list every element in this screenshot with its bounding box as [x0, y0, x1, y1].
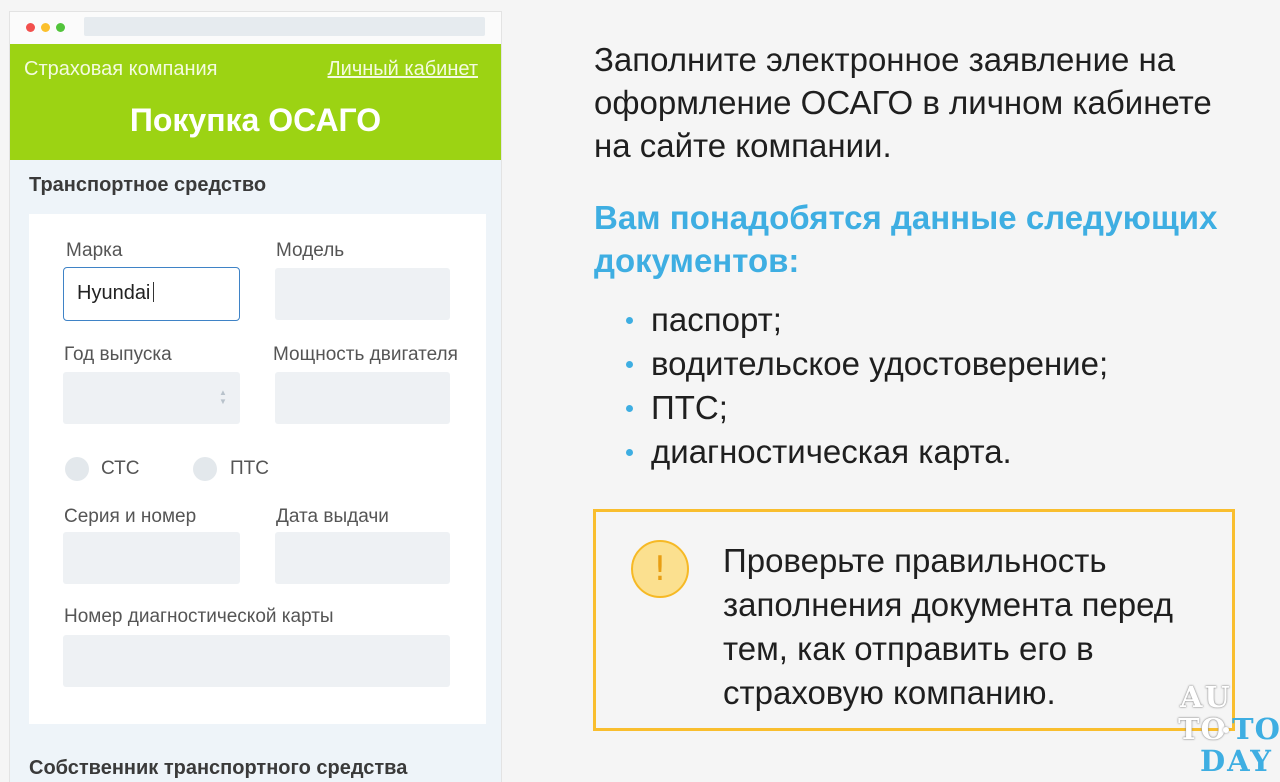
owner-section-title: Собственник транспортного средства [29, 757, 408, 779]
engine-power-label: Мощность двигателя [273, 344, 458, 365]
bullet-icon [626, 449, 633, 456]
brand-input[interactable]: Hyundai [63, 267, 240, 321]
radio-sts[interactable] [65, 457, 89, 481]
maximize-window-dot[interactable] [56, 23, 65, 32]
vehicle-form-card: Марка Hyundai Модель Год выпуска ▲ ▼ Мощн… [29, 214, 486, 724]
watermark-line-2a: TO [1178, 712, 1227, 746]
company-label: Страховая компания [24, 58, 218, 80]
personal-cabinet-link[interactable]: Личный кабинет [328, 58, 478, 81]
brand-label: Марка [66, 240, 123, 261]
browser-titlebar [10, 12, 501, 44]
model-input[interactable] [275, 268, 450, 320]
spinner-arrows-icon[interactable]: ▲ ▼ [218, 388, 228, 406]
radio-pts[interactable] [193, 457, 217, 481]
minimize-window-dot[interactable] [41, 23, 50, 32]
series-number-input[interactable] [63, 532, 240, 584]
engine-power-input[interactable] [275, 372, 450, 424]
list-item: паспорт; [620, 298, 1240, 342]
vehicle-section-title: Транспортное средство [29, 174, 267, 196]
list-item: водительское удостоверение; [620, 342, 1240, 386]
list-item: диагностическая карта. [620, 430, 1240, 474]
bullet-icon [626, 361, 633, 368]
address-bar[interactable] [84, 17, 485, 36]
radio-pts-label: ПТС [230, 458, 269, 479]
issue-date-label: Дата выдачи [276, 506, 389, 527]
watermark-dot [1223, 727, 1229, 733]
watermark-line-2b: TO [1232, 712, 1280, 746]
text-caret [153, 282, 155, 302]
diag-card-label: Номер диагностической карты [64, 606, 334, 627]
warning-box: ! Проверьте правильность заполнения доку… [593, 509, 1235, 731]
watermark-line-1: AU [1180, 680, 1232, 714]
issue-date-input[interactable] [275, 532, 450, 584]
list-item: ПТС; [620, 386, 1240, 430]
watermark-line-3: DAY [1200, 744, 1273, 778]
documents-heading: Вам понадобятся данные следующих докумен… [594, 199, 1218, 279]
close-window-dot[interactable] [26, 23, 35, 32]
year-select[interactable]: ▲ ▼ [63, 372, 240, 424]
warning-text: Проверьте правильность заполнения докуме… [723, 542, 1174, 711]
browser-window: Страховая компания Личный кабинет Покупк… [10, 12, 501, 782]
site-header: Страховая компания Личный кабинет Покупк… [10, 44, 501, 160]
bullet-icon [626, 317, 633, 324]
brand-input-value: Hyundai [77, 282, 151, 304]
bullet-icon [626, 405, 633, 412]
year-label: Год выпуска [64, 344, 172, 365]
documents-list: паспорт; водительское удостоверение; ПТС… [620, 298, 1240, 474]
series-number-label: Серия и номер [64, 506, 197, 527]
exclamation-icon: ! [631, 540, 689, 598]
intro-text: Заполните электронное заявление на оформ… [594, 41, 1212, 164]
page-title: Покупка ОСАГО [129, 102, 382, 138]
radio-sts-label: СТС [101, 458, 140, 479]
model-label: Модель [276, 240, 345, 261]
diag-card-input[interactable] [63, 635, 450, 687]
